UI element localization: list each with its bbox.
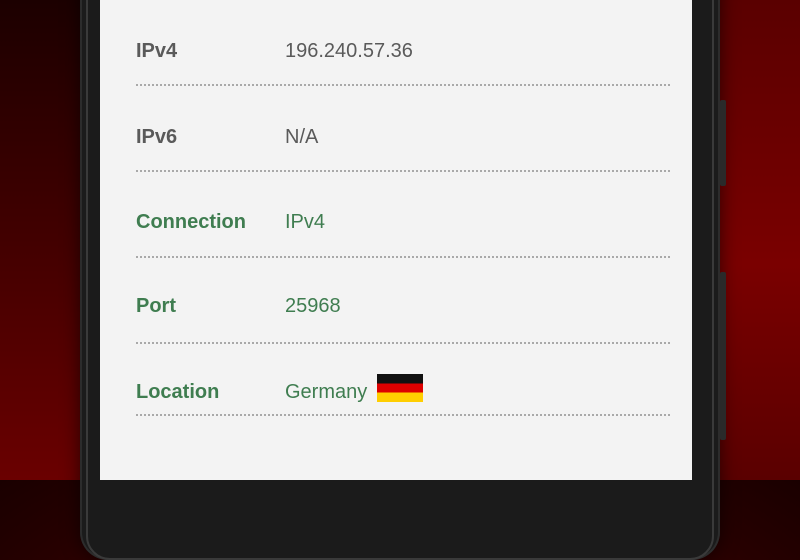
info-row-connection: Connection IPv4 — [136, 172, 670, 258]
ipv4-value: 196.240.57.36 — [285, 40, 413, 62]
info-row-ipv6: IPv6 N/A — [136, 86, 670, 172]
location-value-wrap: Germany — [285, 374, 423, 404]
phone-side-button-lower — [720, 272, 726, 440]
ipv4-label: IPv4 — [136, 40, 178, 62]
port-label: Port — [136, 295, 176, 317]
connection-value: IPv4 — [285, 211, 326, 233]
backdrop-left — [0, 0, 90, 480]
phone-side-button-upper — [720, 100, 726, 186]
info-row-ipv4: IPv4 196.240.57.36 — [136, 0, 670, 86]
location-value: Germany — [285, 381, 368, 403]
location-label: Location — [136, 381, 220, 403]
ipv6-value: N/A — [285, 126, 319, 148]
port-value: 25968 — [285, 295, 341, 317]
ipv6-label: IPv6 — [136, 126, 178, 148]
info-row-location: Location Germany — [136, 330, 670, 416]
connection-info-screen: IPv4 196.240.57.36 IPv6 N/A Connection I… — [100, 0, 692, 480]
connection-label: Connection — [136, 211, 246, 233]
germany-flag-icon — [376, 374, 423, 402]
